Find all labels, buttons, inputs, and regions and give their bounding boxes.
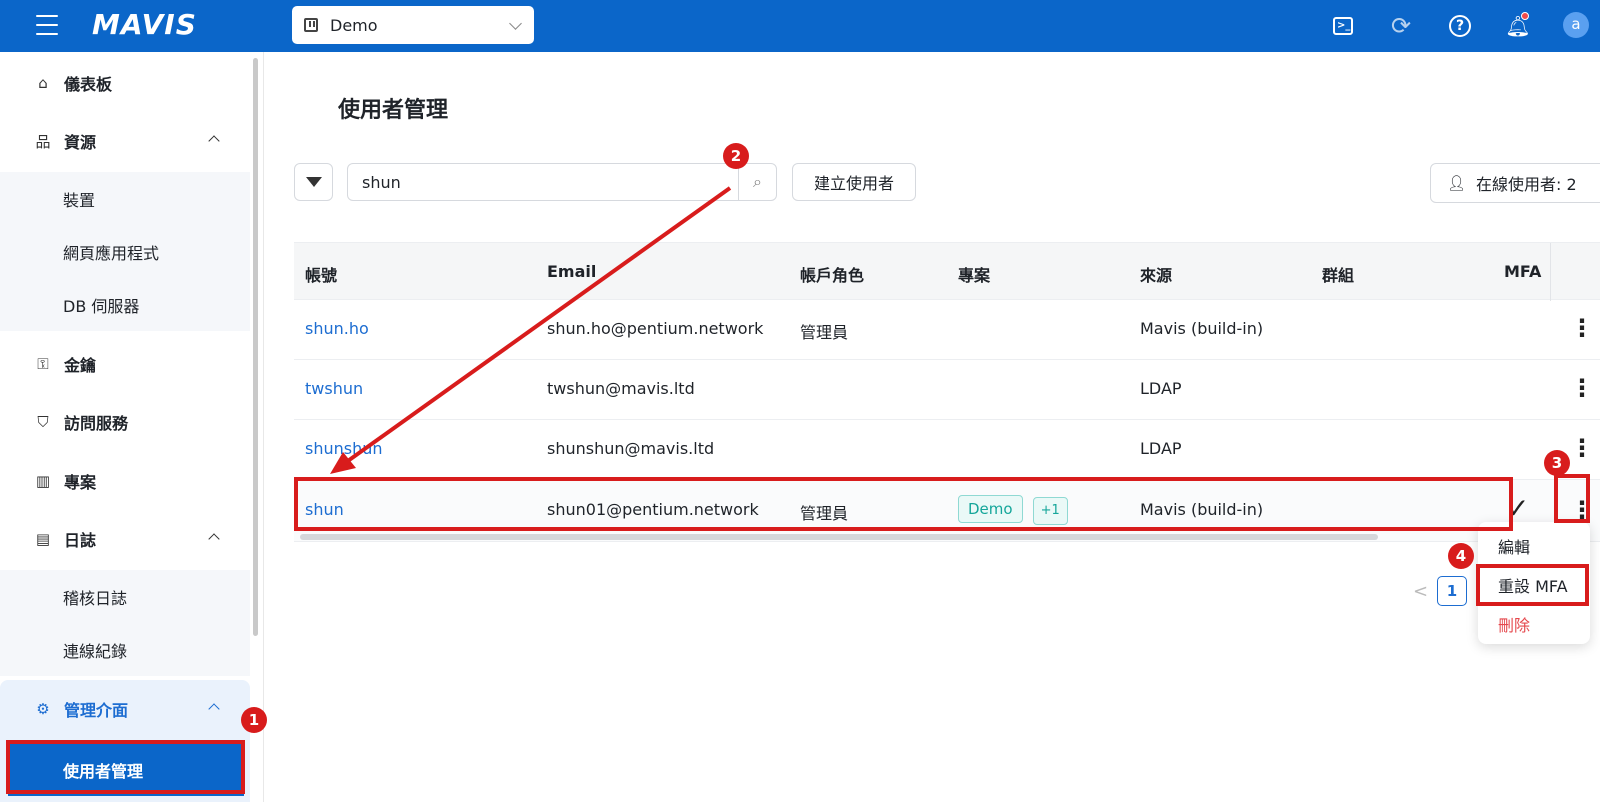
- highlight-reset-mfa: [1476, 564, 1589, 606]
- highlight-more-options: [1554, 474, 1590, 523]
- step-badge-4: 4: [1448, 543, 1474, 569]
- step-badge-2: 2: [723, 143, 749, 169]
- step-badge-3: 3: [1544, 450, 1570, 476]
- annotation-arrow: [330, 186, 732, 474]
